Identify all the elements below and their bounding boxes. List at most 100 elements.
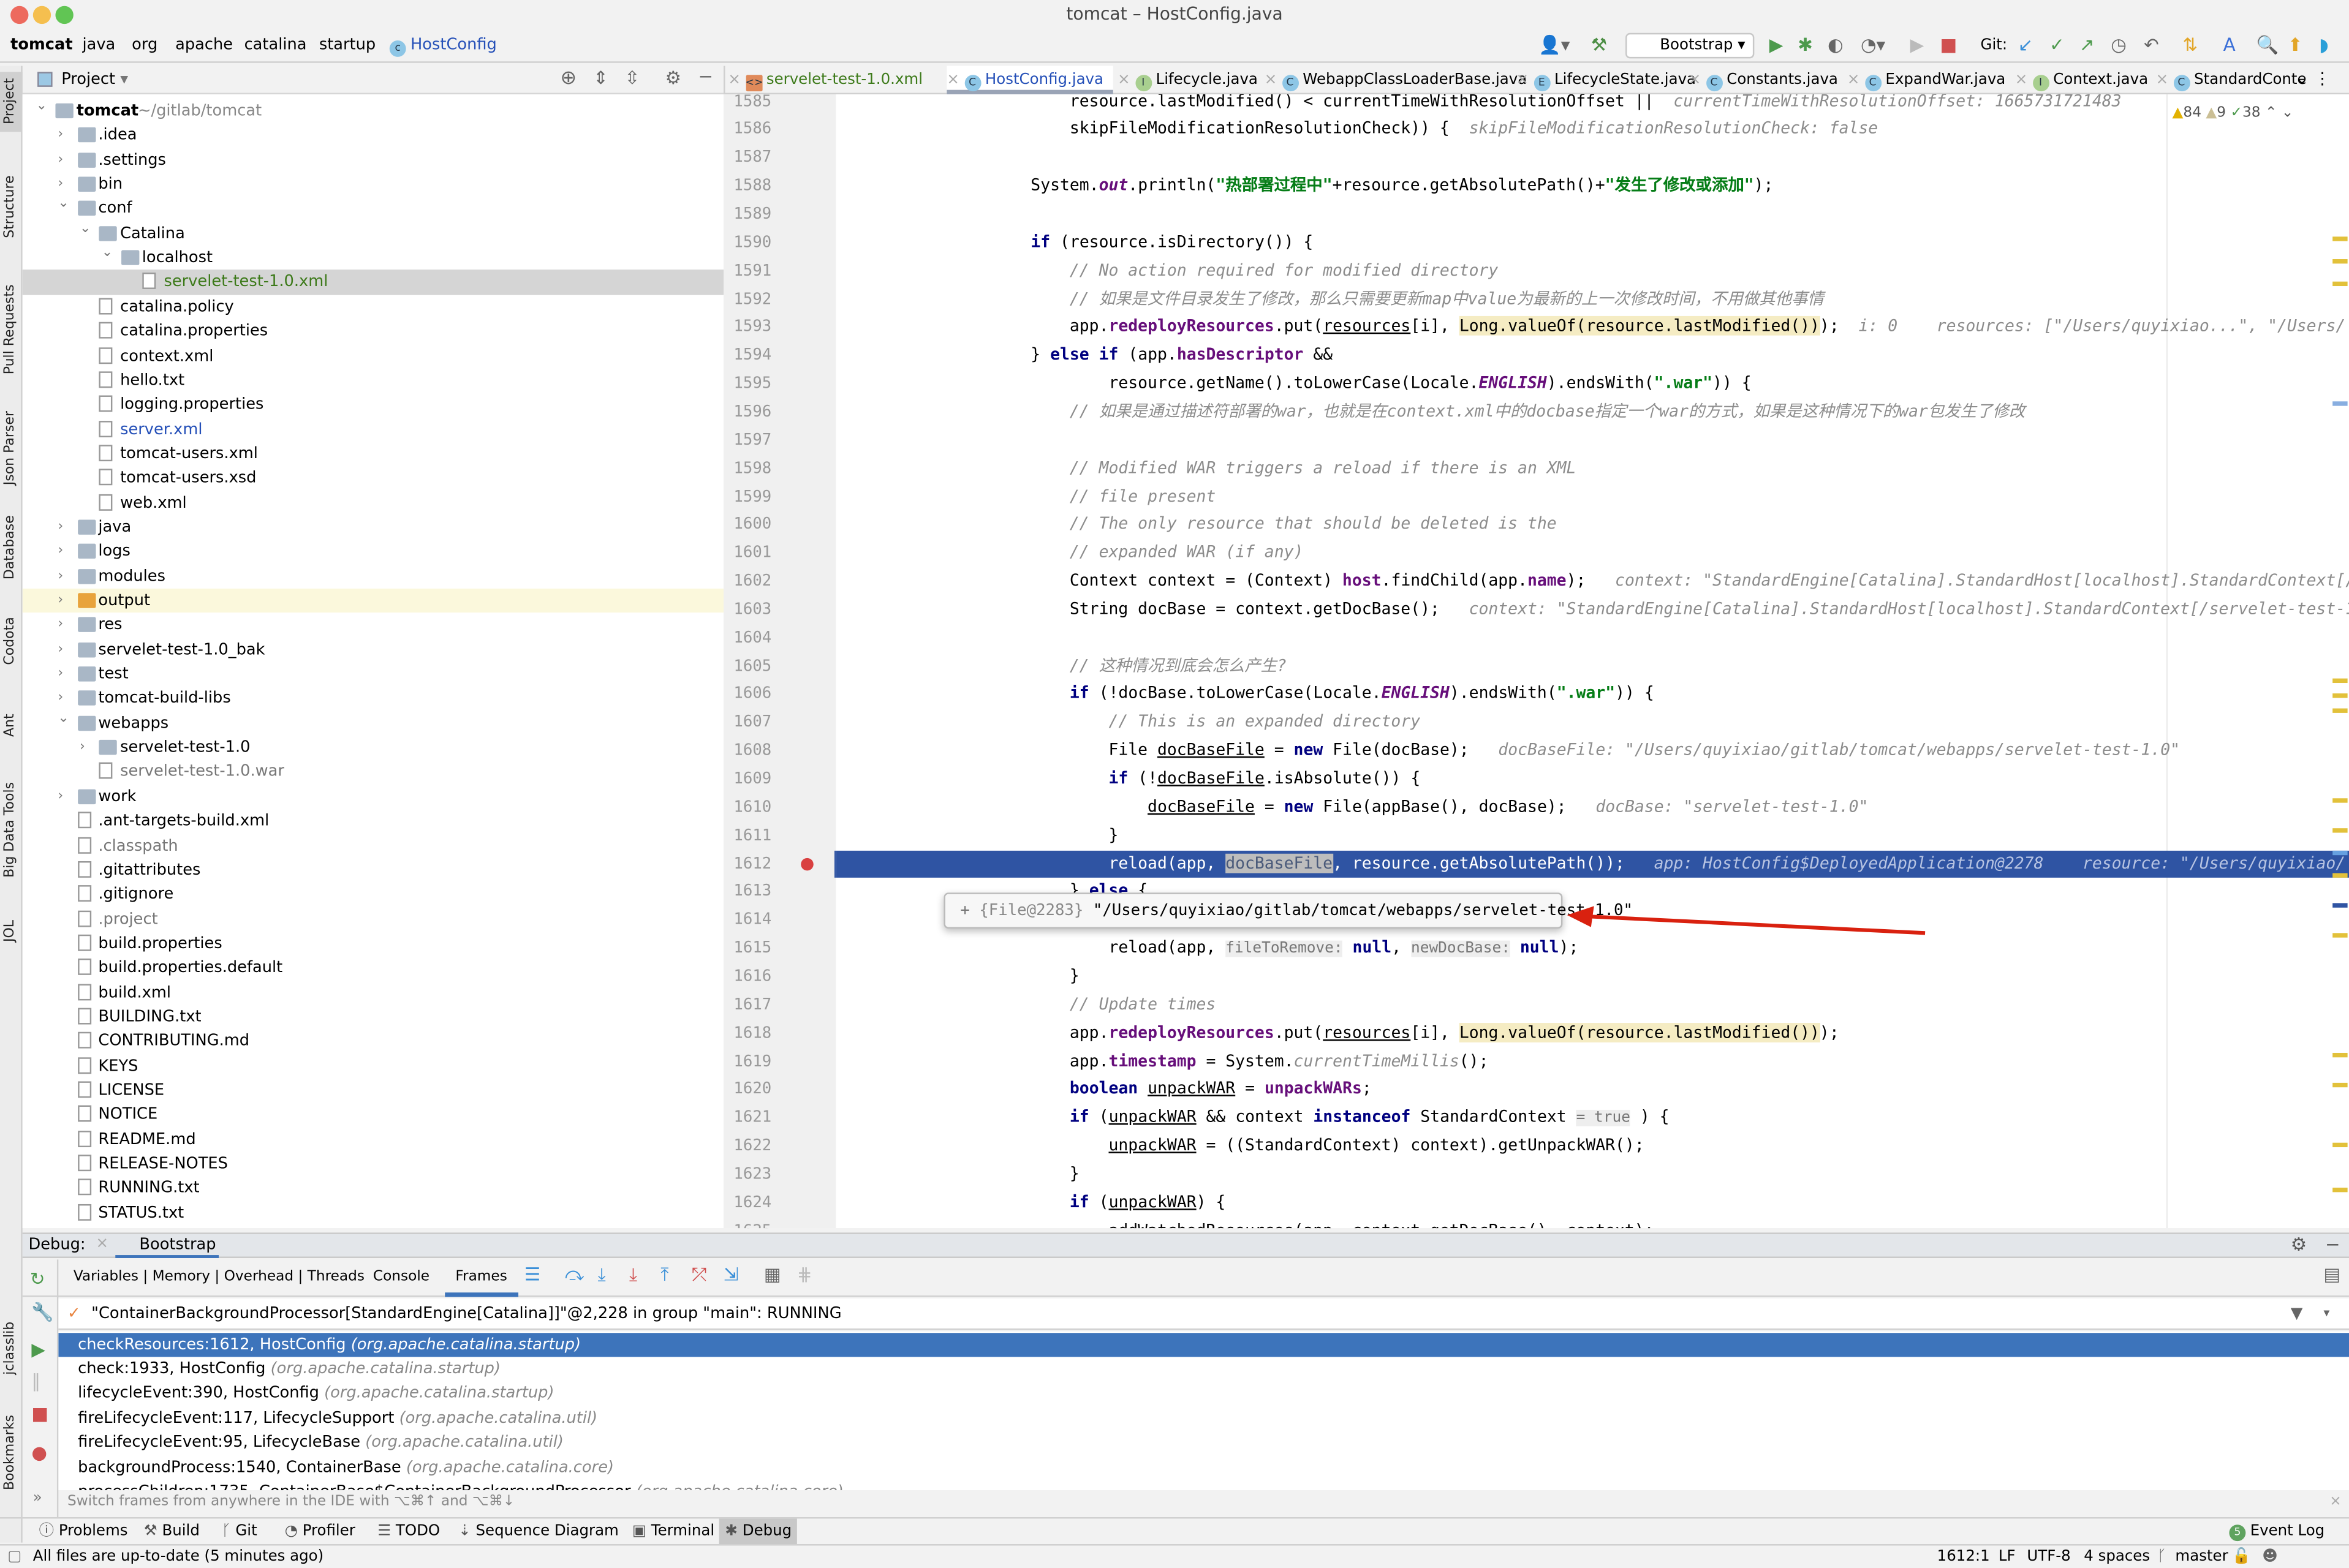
- translate-icon[interactable]: A: [2223, 34, 2236, 55]
- run-icon[interactable]: ▶: [1769, 34, 1783, 55]
- hide-panel-icon[interactable]: −: [698, 66, 713, 87]
- tab-frames[interactable]: Frames: [445, 1268, 518, 1297]
- tree-item[interactable]: ⌄ localhost: [23, 246, 724, 270]
- tool-window-profiler[interactable]: ◔ Profiler: [279, 1518, 361, 1544]
- caret-position[interactable]: 1612:1: [1937, 1545, 1990, 1568]
- tab-lifecyclestate-java[interactable]: × E LifecycleState.java: [1516, 66, 1705, 94]
- scrollbar-marker[interactable]: [2332, 828, 2348, 833]
- chevron-right-icon[interactable]: ›: [58, 638, 63, 662]
- tool-window-event-log[interactable]: 5 Event Log: [2223, 1518, 2331, 1544]
- tree-item[interactable]: tomcat-users.xml: [23, 442, 724, 466]
- stack-frame[interactable]: lifecycleEvent:390, HostConfig (org.apac…: [58, 1381, 2349, 1406]
- gear-icon[interactable]: ⚙: [665, 67, 681, 88]
- tool-window-pull-requests[interactable]: Pull Requests: [0, 270, 23, 390]
- tree-item[interactable]: web.xml: [23, 491, 724, 515]
- debug-value-popup[interactable]: + {File@2283} "/Users/quyixiao/gitlab/to…: [944, 892, 1633, 929]
- tool-window-json-parser[interactable]: Json Parser: [0, 404, 23, 491]
- chevron-right-icon[interactable]: ›: [80, 736, 85, 760]
- tree-item[interactable]: STATUS.txt: [23, 1200, 724, 1225]
- tree-item[interactable]: servelet-test-1.0.war: [23, 760, 724, 785]
- tool-window-big-data-tools[interactable]: Big Data Tools: [0, 767, 23, 892]
- tree-item[interactable]: tomcat-users.xsd: [23, 466, 724, 491]
- close-tab-icon[interactable]: ×: [2156, 72, 2173, 88]
- close-tab-icon[interactable]: ×: [1689, 72, 1706, 88]
- file-encoding[interactable]: UTF-8: [2027, 1545, 2070, 1568]
- tree-item[interactable]: › test: [23, 662, 724, 687]
- coverage-icon[interactable]: ◐: [1828, 34, 1844, 55]
- scrollbar-marker[interactable]: [2332, 678, 2348, 684]
- tool-window-sequence-diagram[interactable]: ⇣ Sequence Diagram: [452, 1518, 624, 1544]
- tree-item[interactable]: › java: [23, 515, 724, 540]
- close-window-button[interactable]: [10, 6, 29, 24]
- git-branch[interactable]: master: [2175, 1545, 2228, 1568]
- close-tab-icon[interactable]: ×: [1265, 72, 1282, 88]
- tree-item[interactable]: › logs: [23, 540, 724, 564]
- layout-icon[interactable]: ▤: [2324, 1264, 2341, 1285]
- stop-icon[interactable]: ■: [1940, 34, 1957, 55]
- tree-item[interactable]: ⌄ tomcat ~/gitlab/tomcat: [23, 99, 724, 123]
- chevron-down-icon[interactable]: ⌄: [36, 94, 47, 118]
- tool-window-database[interactable]: Database: [0, 503, 23, 594]
- tree-item[interactable]: RELEASE-NOTES: [23, 1152, 724, 1176]
- tree-item[interactable]: CONTRIBUTING.md: [23, 1030, 724, 1054]
- debug-icon[interactable]: ✱: [1798, 34, 1813, 55]
- tree-item[interactable]: › tomcat-build-libs: [23, 687, 724, 711]
- close-tab-icon[interactable]: ×: [728, 72, 745, 88]
- tool-window-debug[interactable]: ✱ Debug: [719, 1518, 798, 1545]
- build-hammer-icon[interactable]: ⚒: [1591, 34, 1607, 55]
- chevron-right-icon[interactable]: ›: [58, 613, 63, 637]
- tree-item[interactable]: › servelet-test-1.0: [23, 736, 724, 760]
- tool-window-codota[interactable]: Codota: [0, 605, 23, 677]
- tab-overflow-icon[interactable]: ⌄ ⋮: [2295, 69, 2331, 88]
- chevron-down-icon[interactable]: ⌄: [102, 241, 113, 265]
- breadcrumb-item[interactable]: c HostConfig: [389, 36, 497, 57]
- chevron-right-icon[interactable]: ›: [58, 148, 63, 172]
- close-hint-icon[interactable]: ×: [2329, 1490, 2341, 1514]
- scrollbar-marker[interactable]: [2332, 933, 2348, 938]
- pause-icon[interactable]: ‖: [31, 1370, 40, 1391]
- chevron-right-icon[interactable]: ›: [58, 540, 63, 564]
- tree-item[interactable]: build.properties.default: [23, 956, 724, 981]
- tree-item[interactable]: .gitignore: [23, 883, 724, 907]
- lock-icon[interactable]: 🔓: [2232, 1545, 2250, 1568]
- breadcrumb-item[interactable]: catalina: [244, 36, 307, 54]
- tab-servelet-test-1-0-xml[interactable]: × <> servelet-test-1.0.xml: [728, 66, 931, 94]
- breadcrumb-item[interactable]: apache: [175, 36, 233, 54]
- project-view-dropdown[interactable]: Project ▾: [61, 70, 128, 88]
- tree-item[interactable]: RUNNING.txt: [23, 1176, 724, 1200]
- vcs-icon[interactable]: ⇅: [2183, 34, 2198, 55]
- drop-frame-icon[interactable]: ⤱: [692, 1264, 706, 1287]
- tree-item[interactable]: › .settings: [23, 148, 724, 172]
- scrollbar-marker[interactable]: [2332, 903, 2348, 908]
- breadcrumb-item[interactable]: tomcat: [10, 36, 73, 54]
- tab-context-java[interactable]: × I Context.java: [2015, 66, 2157, 94]
- close-tab-icon[interactable]: ×: [947, 72, 964, 88]
- tab-expandwar-java[interactable]: × C ExpandWar.java: [1847, 66, 2014, 94]
- close-session-icon[interactable]: ×: [96, 1235, 108, 1252]
- scrollbar-marker[interactable]: [2332, 1142, 2348, 1148]
- run-to-cursor-icon[interactable]: ⇲: [724, 1264, 739, 1285]
- tree-item[interactable]: build.properties: [23, 932, 724, 956]
- chevron-right-icon[interactable]: ›: [58, 662, 63, 686]
- tree-item[interactable]: .ant-targets-build.xml: [23, 809, 724, 834]
- tree-item[interactable]: LICENSE: [23, 1079, 724, 1103]
- tree-item[interactable]: › .idea: [23, 123, 724, 148]
- tree-item[interactable]: server.xml: [23, 417, 724, 442]
- scrollbar-marker[interactable]: [2332, 1188, 2348, 1193]
- tab-hostconfig-java[interactable]: × C HostConfig.java: [947, 66, 1113, 95]
- breadcrumb-item[interactable]: java: [82, 36, 115, 54]
- filter-icon[interactable]: ▼: [2291, 1298, 2303, 1329]
- chevron-down-icon[interactable]: ▾: [2324, 1298, 2330, 1329]
- scrollbar-marker[interactable]: [2332, 873, 2348, 878]
- zoom-window-button[interactable]: [55, 6, 74, 24]
- history-icon[interactable]: ◷: [2111, 34, 2127, 55]
- status-message[interactable]: All files are up-to-date (5 minutes ago): [33, 1545, 323, 1568]
- rollback-icon[interactable]: ↶: [2144, 34, 2159, 55]
- tree-item[interactable]: build.xml: [23, 981, 724, 1005]
- collapse-all-icon[interactable]: ⇳: [625, 67, 640, 88]
- tab-webappclassloaderbase-java[interactable]: × C WebappClassLoaderBase.java: [1265, 66, 1536, 94]
- stack-frame[interactable]: fireLifecycleEvent:95, LifecycleBase (or…: [58, 1430, 2349, 1455]
- tool-window-problems[interactable]: ⓘ Problems: [33, 1518, 134, 1544]
- tool-window-build[interactable]: ⚒ Build: [138, 1518, 206, 1544]
- tree-item[interactable]: .project: [23, 907, 724, 932]
